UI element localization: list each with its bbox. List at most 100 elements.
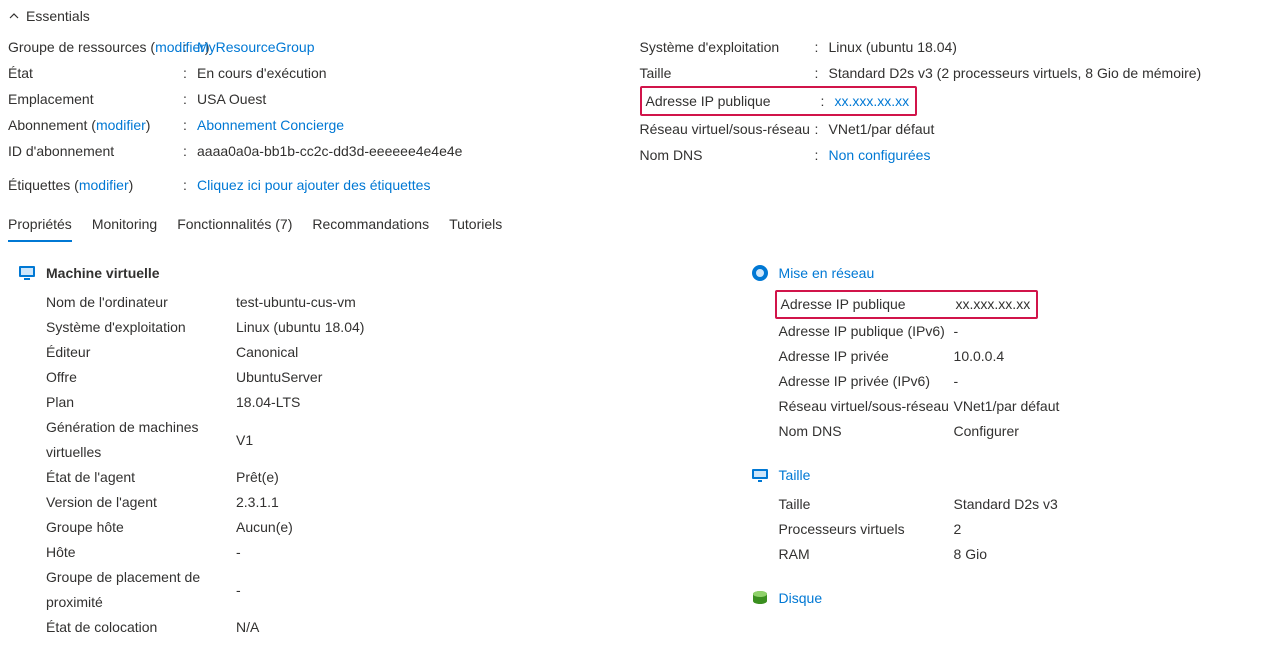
label-subscription-id: ID d'abonnement xyxy=(8,138,183,164)
value-agent-version: 2.3.1.1 xyxy=(236,490,279,515)
label-public-ip: Adresse IP publique xyxy=(642,88,821,114)
size-icon xyxy=(751,466,769,484)
value-ram: 8 Gio xyxy=(954,542,987,567)
separator: : xyxy=(183,112,191,138)
section-vm: Machine virtuelle Nom de l'ordinateurtes… xyxy=(8,264,751,640)
value-agent-state: Prêt(e) xyxy=(236,465,279,490)
label-net-private-ip6: Adresse IP privée (IPv6) xyxy=(779,369,954,394)
label-ram: RAM xyxy=(779,542,954,567)
separator: : xyxy=(815,142,823,168)
separator: : xyxy=(183,86,191,112)
value-size2: Standard D2s v3 xyxy=(954,492,1058,517)
separator: : xyxy=(183,34,191,60)
chevron-up-icon xyxy=(8,10,20,22)
label-plan: Plan xyxy=(46,390,236,415)
label-computer-name: Nom de l'ordinateur xyxy=(46,290,236,315)
label-host-group: Groupe hôte xyxy=(46,515,236,540)
value-offer: UbuntuServer xyxy=(236,365,322,390)
label-offer: Offre xyxy=(46,365,236,390)
value-size: Standard D2s v3 (2 processeurs virtuels,… xyxy=(829,60,1202,86)
value-net-private-ip: 10.0.0.4 xyxy=(954,344,1005,369)
label-vcpu: Processeurs virtuels xyxy=(779,517,954,542)
link-net-dns[interactable]: Configurer xyxy=(954,419,1019,444)
network-icon xyxy=(751,264,769,282)
value-vm-os: Linux (ubuntu 18.04) xyxy=(236,315,364,340)
link-subscription-modify[interactable]: modifier xyxy=(96,117,146,133)
label-tags: Étiquettes (modifier) xyxy=(8,172,183,198)
label-vnet: Réseau virtuel/sous-réseau xyxy=(640,116,815,142)
tab-capabilities[interactable]: Fonctionnalités (7) xyxy=(177,216,292,242)
separator: : xyxy=(815,34,823,60)
value-host: - xyxy=(236,540,241,565)
value-vnet: VNet1/par défaut xyxy=(829,116,935,142)
section-title-networking[interactable]: Mise en réseau xyxy=(779,265,875,281)
tab-recommendations[interactable]: Recommandations xyxy=(312,216,429,242)
disk-icon xyxy=(751,589,769,607)
essentials-toggle[interactable]: Essentials xyxy=(8,8,1271,24)
label-net-private-ip: Adresse IP privée xyxy=(779,344,954,369)
label-net-public-ip: Adresse IP publique xyxy=(777,292,956,317)
value-os: Linux (ubuntu 18.04) xyxy=(829,34,957,60)
label-colocation: État de colocation xyxy=(46,615,236,640)
label-location: Emplacement xyxy=(8,86,183,112)
label-agent-state: État de l'agent xyxy=(46,465,236,490)
value-net-private-ip6: - xyxy=(954,369,959,394)
separator: : xyxy=(815,116,823,142)
value-plan: 18.04-LTS xyxy=(236,390,300,415)
section-networking: Mise en réseau Adresse IP publique xx.xx… xyxy=(751,264,1279,444)
label-status: État xyxy=(8,60,183,86)
value-subscription-id: aaaa0a0a-bb1b-cc2c-dd3d-eeeeee4e4e4e xyxy=(197,138,462,164)
text: Abonnement xyxy=(8,117,87,133)
highlight-public-ip-networking: Adresse IP publique xx.xxx.xx.xx xyxy=(775,290,1039,319)
label-size: Taille xyxy=(640,60,815,86)
label-host: Hôte xyxy=(46,540,236,565)
link-add-tags[interactable]: Cliquez ici pour ajouter des étiquettes xyxy=(197,172,430,198)
section-disk: Disque xyxy=(751,589,1279,607)
separator: : xyxy=(821,88,829,114)
link-subscription-value[interactable]: Abonnement Concierge xyxy=(197,112,344,138)
tab-monitoring[interactable]: Monitoring xyxy=(92,216,157,242)
value-computer-name: test-ubuntu-cus-vm xyxy=(236,290,356,315)
label-net-dns: Nom DNS xyxy=(779,419,954,444)
value-net-public-ip6: - xyxy=(954,319,959,344)
separator: : xyxy=(815,60,823,86)
label-net-public-ip6: Adresse IP publique (IPv6) xyxy=(779,319,954,344)
text: Groupe de ressources xyxy=(8,39,147,55)
section-title-vm: Machine virtuelle xyxy=(46,265,160,281)
link-public-ip[interactable]: xx.xxx.xx.xx xyxy=(835,88,910,114)
tab-bar: Propriétés Monitoring Fonctionnalités (7… xyxy=(8,216,1271,242)
label-vm-os: Système d'exploitation xyxy=(46,315,236,340)
value-location: USA Ouest xyxy=(197,86,266,112)
section-size: Taille TailleStandard D2s v3 Processeurs… xyxy=(751,466,1279,567)
section-title-size[interactable]: Taille xyxy=(779,467,811,483)
value-vm-gen: V1 xyxy=(236,428,253,453)
text: Étiquettes xyxy=(8,177,70,193)
link-tags-modify[interactable]: modifier xyxy=(79,177,129,193)
value-ppg: - xyxy=(236,578,241,603)
highlight-public-ip-essentials: Adresse IP publique : xx.xxx.xx.xx xyxy=(640,86,918,116)
label-dns: Nom DNS xyxy=(640,142,815,168)
label-subscription: Abonnement (modifier) xyxy=(8,112,183,138)
separator: : xyxy=(183,60,191,86)
link-net-public-ip[interactable]: xx.xxx.xx.xx xyxy=(956,292,1037,317)
tab-tutorials[interactable]: Tutoriels xyxy=(449,216,502,242)
value-status: En cours d'exécution xyxy=(197,60,327,86)
label-agent-version: Version de l'agent xyxy=(46,490,236,515)
section-title-disk[interactable]: Disque xyxy=(779,590,823,606)
essentials-right: Système d'exploitation : Linux (ubuntu 1… xyxy=(640,34,1272,198)
label-net-vnet: Réseau virtuel/sous-réseau xyxy=(779,394,954,419)
essentials-label: Essentials xyxy=(26,8,90,24)
separator: : xyxy=(183,172,191,198)
separator: : xyxy=(183,138,191,164)
link-resource-group-value[interactable]: MyResourceGroup xyxy=(197,34,315,60)
value-net-vnet: VNet1/par défaut xyxy=(954,394,1060,419)
label-publisher: Éditeur xyxy=(46,340,236,365)
value-publisher: Canonical xyxy=(236,340,298,365)
link-dns[interactable]: Non configurées xyxy=(829,142,931,168)
value-vcpu: 2 xyxy=(954,517,962,542)
label-vm-gen: Génération de machines virtuelles xyxy=(46,415,236,465)
link-host-group[interactable]: Aucun(e) xyxy=(236,515,293,540)
tab-properties[interactable]: Propriétés xyxy=(8,216,72,242)
essentials-panel: Groupe de ressources (modifier) : MyReso… xyxy=(8,34,1271,198)
label-resource-group: Groupe de ressources (modifier) xyxy=(8,34,183,60)
